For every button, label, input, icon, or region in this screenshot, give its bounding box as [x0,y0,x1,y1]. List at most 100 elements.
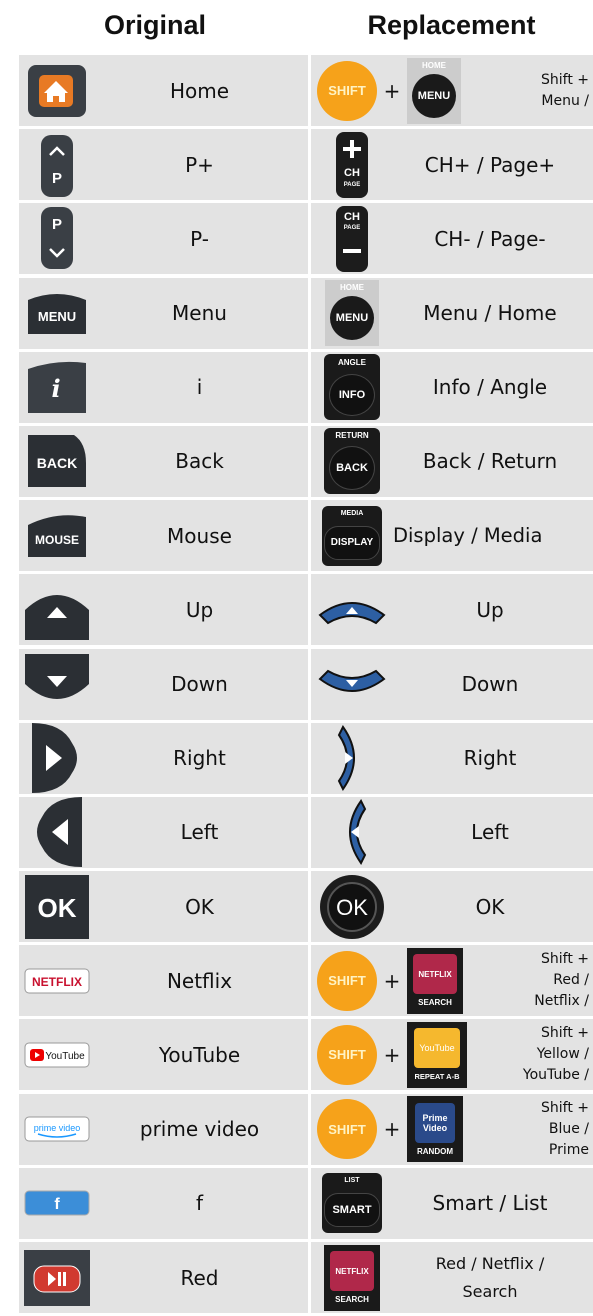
original-label: f [195,1191,204,1216]
table-row: YouTube YouTube SHIFT + YouTube REPEAT A… [19,1019,593,1093]
svg-text:P: P [52,216,62,233]
search-text: SEARCH [335,1295,369,1304]
menu-home-button: HOME MENU [317,280,387,347]
menu-icon: MENU [23,283,91,343]
svg-text:PAGE: PAGE [344,182,361,188]
netflix-search-button: NETFLIX SEARCH [317,1244,387,1311]
youtube-text: YouTube [419,1043,455,1054]
replacement-line: Blue / [548,1120,589,1137]
replacement-label: Shift + Red / Netflix / [463,949,593,1012]
home-icon [23,61,91,121]
original-cell: YouTube YouTube [19,1019,308,1091]
table-row: Left Left [19,796,593,871]
p-letter: P [52,170,62,187]
netflix-search-button: NETFLIX SEARCH [407,947,463,1014]
replacement-label: Back / Return [422,449,558,474]
replacement-cell: OK OK [311,871,593,943]
red-play-icon [23,1248,91,1308]
svg-text:MOUSE: MOUSE [35,533,79,547]
plus-sign: + [383,78,401,103]
smart-list-button: LIST SMART [317,1170,387,1236]
replacement-cell: SHIFT + NETFLIX SEARCH Shift + Red / Netfl… [311,945,593,1017]
netflix-text: NETFLIX [335,1266,369,1276]
shift-button: SHIFT [317,1099,377,1160]
replacement-line: Prime [548,1141,589,1158]
table-row: MENU Menu HOME MENU Menu / Home [19,277,593,352]
replacement-cell: Up [311,574,593,646]
list-text: LIST [344,1177,360,1185]
replacement-label: Smart / List [432,1191,548,1216]
original-cell: Right [19,722,308,794]
original-cell: MENU Menu [19,277,308,349]
replacement-cell: Down [311,648,593,720]
replacement-cell: SHIFT + Prime Video RANDOM Shift + Blue /… [311,1093,593,1165]
replacement-label: OK [475,894,505,919]
replacement-label: Down [461,672,519,696]
shift-text: SHIFT [328,1047,366,1063]
original-cell: f f [19,1167,308,1239]
original-cell: P P- [19,203,308,275]
angle-text: ANGLE [338,358,366,368]
search-text: SEARCH [418,998,452,1008]
replacement-line: Netflix / [534,993,589,1010]
replacement-cell: MEDIA DISPLAY Display / Media [311,500,593,572]
prime-video-icon: prime video [23,1099,91,1159]
replacement-cell: SHIFT + YouTube REPEAT A-B Shift + Yellow… [311,1019,593,1091]
original-label: Menu [172,301,227,326]
replacement-line: Yellow / [536,1046,589,1063]
svg-text:prime video: prime video [34,1123,81,1133]
home-text: HOME [422,60,446,70]
column-header-original: Original [103,9,206,40]
table-row: Down Down [19,648,593,723]
table-row: prime video prime video SHIFT + Prime Vi… [19,1093,593,1168]
replacement-label: Up [476,597,504,622]
original-label: Home [169,78,230,103]
right-arrow-button [317,725,387,792]
table-row: Home SHIFT + HOME MENU Shift + Menu / [19,55,593,129]
svg-text:i: i [51,374,60,403]
return-text: RETURN [335,431,369,441]
original-cell: Home [19,55,308,126]
original-label: Left [180,820,219,845]
original-label: YouTube [158,1042,241,1067]
replacement-label: Red / Netflix / Search [387,1250,593,1306]
left-arrow-icon [23,797,91,868]
replacement-label: Menu / Home [423,301,557,326]
shift-text: SHIFT [328,83,366,98]
replacement-cell: NETFLIX SEARCH Red / Netflix / Search [311,1242,593,1313]
plus-sign: + [383,1042,401,1067]
table-row: f f LIST SMART Smart / List [19,1167,593,1242]
shift-button: SHIFT [317,950,377,1011]
replacement-label: Shift + Menu / [461,70,593,112]
table-row: Up Up [19,574,593,648]
replacement-label: Right [463,746,517,771]
table-row: OK OK OK OK [19,871,593,945]
table-row: MOUSE Mouse MEDIA DISPLAY Display / Medi… [19,500,593,574]
original-cell: Left [19,796,308,868]
svg-text:CH: CH [344,211,360,223]
table-row: P P- CH PAGE CH- / Page- [19,203,593,277]
menu-home-button: HOME MENU [407,57,461,124]
replacement-line: Shift + [540,1025,589,1042]
display-text: DISPLAY [330,537,374,549]
replacement-cell: SHIFT + HOME MENU Shift + Menu / [311,55,593,126]
original-label: OK [185,894,214,919]
svg-text:BACK: BACK [37,455,77,471]
shift-button: SHIFT [317,1024,377,1085]
replacement-cell: RETURN BACK Back / Return [311,425,593,497]
left-arrow-button [317,799,387,866]
replacement-label: Display / Media [393,524,543,548]
netflix-text: NETFLIX [418,969,452,979]
svg-text:OK: OK [336,895,368,920]
replacement-cell: ANGLE INFO Info / Angle [311,351,593,423]
shift-text: SHIFT [328,1121,366,1137]
table-row: BACK Back RETURN BACK Back / Return [19,425,593,500]
replacement-line: Menu / [541,92,589,109]
column-header-replacement: Replacement [367,9,536,40]
svg-text:f: f [54,1196,60,1213]
table-row: i i ANGLE INFO Info / Angle [19,351,593,426]
menu-text: MENU [335,312,369,325]
replacement-line: Shift + [540,1099,589,1116]
table-row: P P+ CH PAGE CH+ / Page+ [19,129,593,203]
prime-video-text: Prime Video [422,1112,448,1133]
